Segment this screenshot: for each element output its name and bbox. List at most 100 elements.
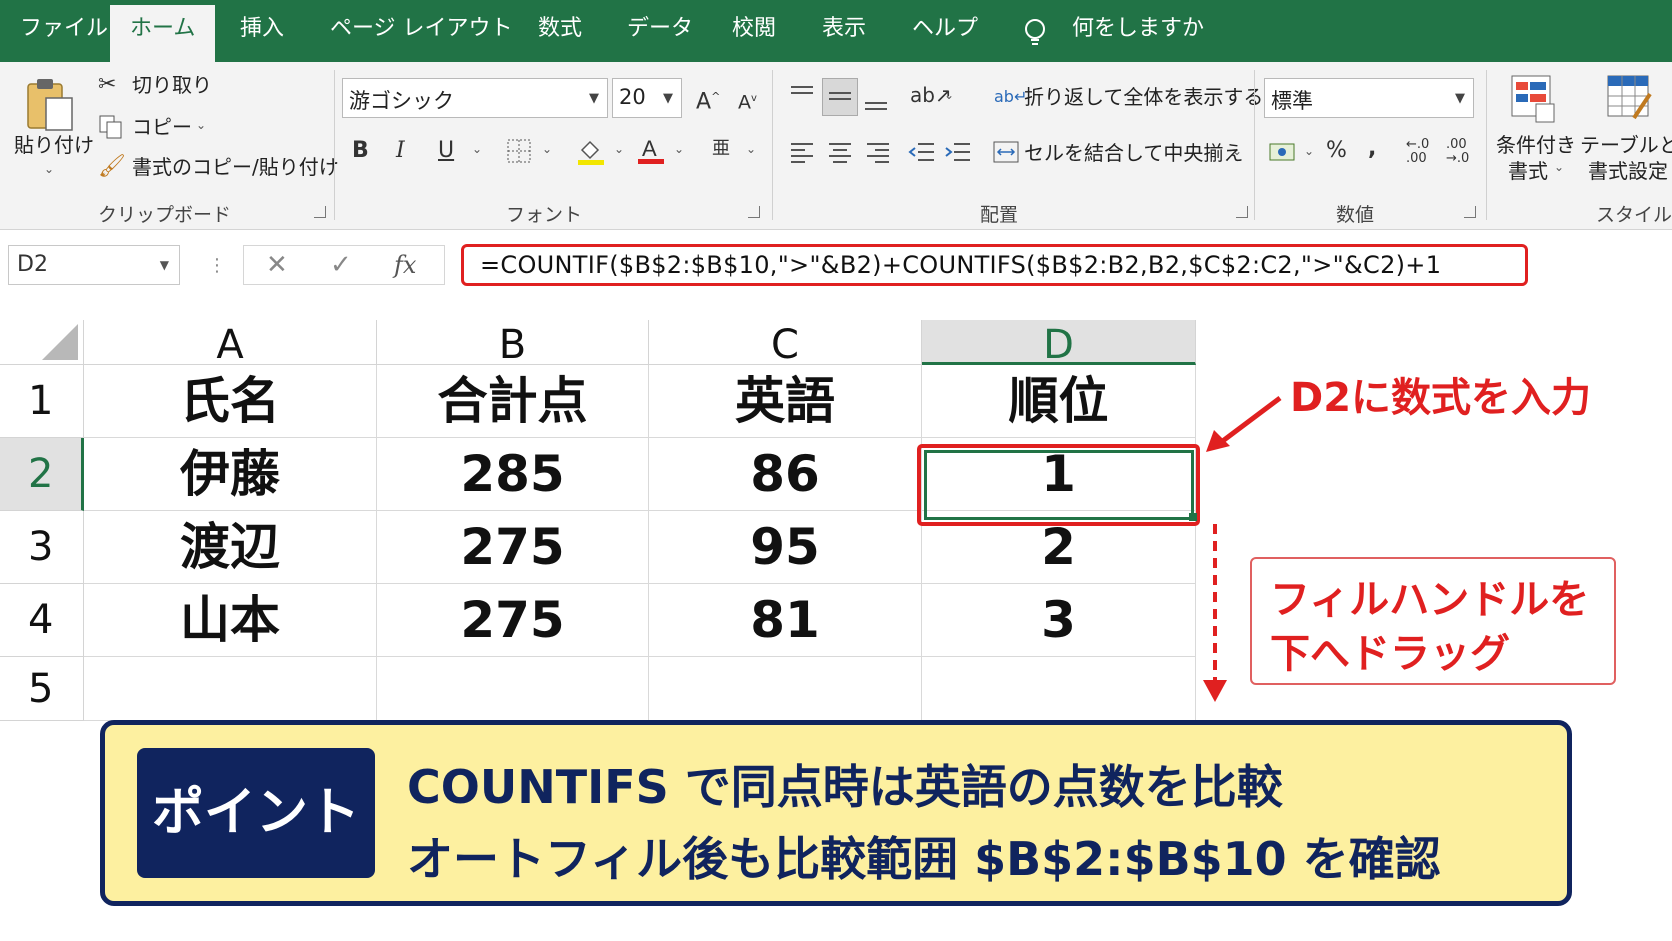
align-middle-icon[interactable] — [822, 78, 858, 116]
table-format-line2[interactable]: 書式設定 — [1588, 158, 1668, 184]
tab-help[interactable]: ヘルプ — [912, 14, 978, 44]
tab-view[interactable]: 表示 — [822, 14, 866, 44]
align-left-icon[interactable] — [788, 138, 816, 170]
font-color-icon[interactable]: A — [636, 134, 666, 170]
row-header-3[interactable]: 3 — [0, 511, 84, 584]
cell-a4[interactable]: 山本 — [84, 584, 377, 657]
fill-color-dropdown-arrow[interactable]: ⌄ — [614, 142, 624, 156]
merge-center-button[interactable]: セルを結合して中央揃え — [1024, 140, 1243, 166]
number-format-dropdown[interactable]: 標準 ▼ — [1264, 78, 1474, 118]
increase-decimal-icon[interactable]: ←.0.00 — [1406, 138, 1429, 166]
tab-formulas[interactable]: 数式 — [538, 14, 582, 44]
currency-icon[interactable] — [1268, 140, 1298, 170]
comma-icon[interactable]: , — [1368, 136, 1376, 162]
cell-text: 3 — [1041, 591, 1076, 649]
underline-button[interactable]: U — [438, 138, 454, 164]
align-bottom-icon[interactable] — [862, 86, 890, 118]
cell-d1[interactable]: 順位 — [922, 365, 1196, 438]
underline-dropdown-arrow[interactable]: ⌄ — [472, 142, 482, 156]
font-launcher[interactable] — [748, 206, 760, 218]
cell-b4[interactable]: 275 — [377, 584, 649, 657]
table-format-line1[interactable]: テーブルとし — [1580, 132, 1672, 158]
copy-button[interactable]: コピー — [132, 114, 192, 140]
clipboard-launcher[interactable] — [314, 206, 326, 218]
cell-c3[interactable]: 95 — [649, 511, 922, 584]
font-size-dropdown[interactable]: 20 ▼ — [612, 78, 682, 118]
cell-a3[interactable]: 渡辺 — [84, 511, 377, 584]
phonetic-icon[interactable]: 亜 — [712, 136, 730, 162]
cell-a1[interactable]: 氏名 — [84, 365, 377, 438]
font-family-dropdown[interactable]: 游ゴシック ▼ — [342, 78, 608, 118]
paste-button[interactable] — [24, 76, 76, 140]
cell-b3[interactable]: 275 — [377, 511, 649, 584]
font-color-dropdown-arrow[interactable]: ⌄ — [674, 142, 684, 156]
column-header-b[interactable]: B — [377, 320, 649, 368]
alignment-launcher[interactable] — [1236, 206, 1248, 218]
cell-a5[interactable] — [84, 657, 377, 721]
cell-text: 順位 — [1008, 372, 1109, 430]
column-header-d[interactable]: D — [922, 320, 1196, 368]
conditional-formatting-line2[interactable]: 書式 — [1508, 158, 1548, 184]
name-box[interactable]: D2 ▼ — [8, 245, 180, 285]
enter-icon[interactable]: ✓ — [330, 252, 352, 278]
row-header-1[interactable]: 1 — [0, 365, 84, 438]
decrease-indent-icon[interactable] — [908, 138, 936, 170]
paste-label[interactable]: 貼り付け — [14, 132, 94, 158]
cell-b1[interactable]: 合計点 — [377, 365, 649, 438]
italic-button[interactable]: I — [396, 138, 405, 164]
tab-insert[interactable]: 挿入 — [240, 14, 284, 44]
format-painter-button[interactable]: 書式のコピー/貼り付け — [132, 154, 339, 180]
orientation-dropdown-arrow[interactable]: ⌄ — [944, 88, 954, 102]
percent-icon[interactable]: % — [1326, 138, 1347, 164]
currency-dropdown-arrow[interactable]: ⌄ — [1304, 144, 1314, 158]
increase-font-icon[interactable]: A^ — [696, 84, 720, 115]
more-options-icon[interactable]: ⋮ — [208, 253, 226, 279]
bold-button[interactable]: B — [352, 138, 369, 164]
conditional-formatting-line1[interactable]: 条件付き — [1496, 132, 1576, 158]
tab-page-layout[interactable]: ページ レイアウト — [330, 14, 513, 44]
paste-dropdown-arrow[interactable]: ⌄ — [44, 162, 54, 176]
insert-function-button[interactable]: fx — [394, 252, 416, 278]
cell-c5[interactable] — [649, 657, 922, 721]
merge-dropdown-arrow[interactable]: ⌄ — [1232, 144, 1242, 158]
number-launcher[interactable] — [1464, 206, 1476, 218]
increase-indent-icon[interactable] — [944, 138, 972, 170]
cell-c2[interactable]: 86 — [649, 438, 922, 511]
cut-button[interactable]: 切り取り — [132, 72, 212, 98]
cell-b5[interactable] — [377, 657, 649, 721]
copy-dropdown-arrow[interactable]: ⌄ — [196, 118, 206, 132]
column-header-a[interactable]: A — [84, 320, 377, 368]
tab-data[interactable]: データ — [627, 14, 693, 44]
align-center-icon[interactable] — [826, 138, 854, 170]
align-right-icon[interactable] — [864, 138, 892, 170]
cancel-icon[interactable]: ✕ — [266, 252, 288, 278]
cell-a2[interactable]: 伊藤 — [84, 438, 377, 511]
cell-d4[interactable]: 3 — [922, 584, 1196, 657]
row-header-2[interactable]: 2 — [0, 438, 84, 511]
decrease-decimal-icon[interactable]: .00 →.0 — [1446, 138, 1469, 166]
cell-d5[interactable] — [922, 657, 1196, 721]
select-all-button[interactable] — [0, 320, 84, 365]
cell-c1[interactable]: 英語 — [649, 365, 922, 438]
table-format-dropdown-arrow[interactable]: ⌄ — [1658, 160, 1668, 174]
fill-handle[interactable] — [1189, 513, 1197, 521]
decrease-font-icon[interactable]: Av — [738, 86, 757, 115]
phonetic-dropdown-arrow[interactable]: ⌄ — [746, 142, 756, 156]
fill-color-icon[interactable] — [576, 136, 606, 170]
border-dropdown-arrow[interactable]: ⌄ — [542, 142, 552, 156]
column-header-c[interactable]: C — [649, 320, 922, 368]
wrap-text-button[interactable]: 折り返して全体を表示する — [1024, 84, 1263, 110]
row-header-4[interactable]: 4 — [0, 584, 84, 657]
conditional-formatting-icon[interactable] — [1508, 72, 1558, 128]
cell-b2[interactable]: 285 — [377, 438, 649, 511]
table-format-icon[interactable] — [1604, 72, 1656, 128]
tab-file[interactable]: ファイル — [20, 14, 108, 44]
conditional-dropdown-arrow[interactable]: ⌄ — [1554, 160, 1564, 174]
border-icon[interactable] — [506, 138, 532, 168]
formula-input[interactable]: =COUNTIF($B$2:$B$10,">"&B2)+COUNTIFS($B$… — [461, 244, 1528, 286]
cell-c4[interactable]: 81 — [649, 584, 922, 657]
align-top-icon[interactable] — [788, 82, 816, 114]
row-header-5[interactable]: 5 — [0, 657, 84, 721]
tab-home[interactable]: ホーム — [110, 5, 216, 62]
tab-review[interactable]: 校閲 — [732, 14, 776, 44]
